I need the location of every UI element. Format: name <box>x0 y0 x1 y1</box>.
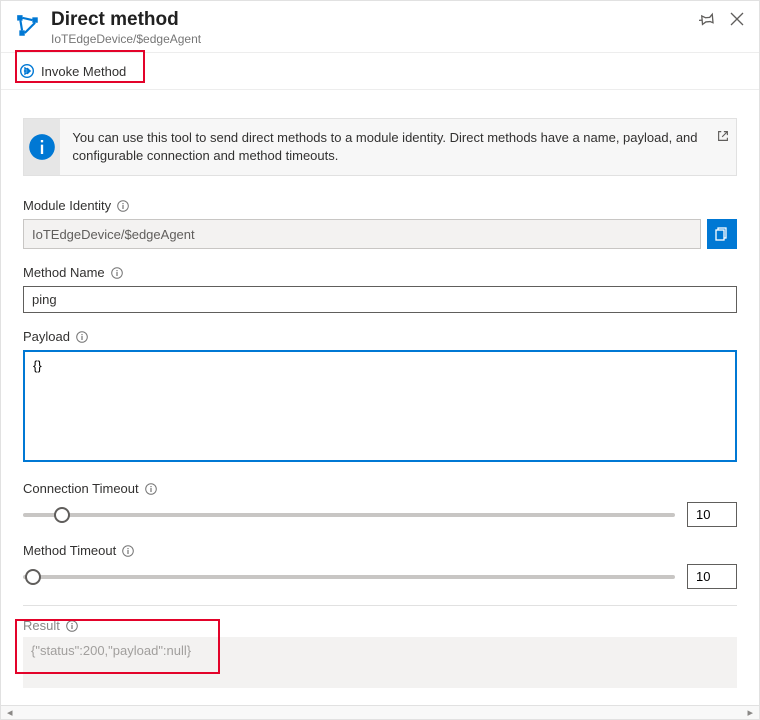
payload-field[interactable] <box>23 350 737 462</box>
connection-timeout-group: Connection Timeout <box>23 481 737 527</box>
direct-method-icon <box>15 13 41 39</box>
panel-body: You can use this tool to send direct met… <box>1 90 759 705</box>
horizontal-scrollbar[interactable]: ◂ ▸ <box>1 705 759 719</box>
info-tooltip-icon[interactable] <box>117 200 129 212</box>
info-tooltip-icon[interactable] <box>122 545 134 557</box>
copy-button[interactable] <box>707 219 737 249</box>
module-identity-field <box>23 219 701 249</box>
module-identity-label: Module Identity <box>23 198 737 213</box>
result-output: {"status":200,"payload":null} <box>23 637 737 688</box>
header-actions <box>699 9 745 30</box>
info-tooltip-icon[interactable] <box>66 620 78 632</box>
invoke-method-label: Invoke Method <box>41 64 126 79</box>
close-icon[interactable] <box>729 11 745 30</box>
info-icon <box>24 119 60 175</box>
connection-timeout-label: Connection Timeout <box>23 481 737 496</box>
toolbar: Invoke Method <box>1 53 759 90</box>
payload-group: Payload <box>23 329 737 465</box>
divider <box>23 605 737 606</box>
info-tooltip-icon[interactable] <box>76 331 88 343</box>
info-banner: You can use this tool to send direct met… <box>23 118 737 176</box>
method-timeout-group: Method Timeout <box>23 543 737 589</box>
invoke-icon <box>19 63 35 79</box>
method-name-label: Method Name <box>23 265 737 280</box>
panel-header: Direct method IoTEdgeDevice/$edgeAgent <box>1 1 759 53</box>
payload-label: Payload <box>23 329 737 344</box>
method-name-group: Method Name <box>23 265 737 313</box>
result-label: Result <box>23 618 737 633</box>
page-title: Direct method <box>51 9 689 31</box>
method-timeout-value[interactable] <box>687 564 737 589</box>
direct-method-panel: Direct method IoTEdgeDevice/$edgeAgent I… <box>0 0 760 720</box>
slider-thumb[interactable] <box>25 569 41 585</box>
header-titles: Direct method IoTEdgeDevice/$edgeAgent <box>51 9 689 46</box>
connection-timeout-slider[interactable] <box>23 505 675 525</box>
method-timeout-slider[interactable] <box>23 567 675 587</box>
info-tooltip-icon[interactable] <box>145 483 157 495</box>
page-subtitle: IoTEdgeDevice/$edgeAgent <box>51 32 689 46</box>
slider-thumb[interactable] <box>54 507 70 523</box>
scroll-right-icon[interactable]: ▸ <box>743 706 757 719</box>
info-banner-text: You can use this tool to send direct met… <box>60 119 710 175</box>
method-timeout-label: Method Timeout <box>23 543 737 558</box>
pin-icon[interactable] <box>699 11 715 30</box>
connection-timeout-value[interactable] <box>687 502 737 527</box>
external-link-icon[interactable] <box>711 119 736 175</box>
scroll-left-icon[interactable]: ◂ <box>3 706 17 719</box>
method-name-field[interactable] <box>23 286 737 313</box>
info-tooltip-icon[interactable] <box>111 267 123 279</box>
module-identity-group: Module Identity <box>23 198 737 249</box>
invoke-method-button[interactable]: Invoke Method <box>13 59 134 83</box>
